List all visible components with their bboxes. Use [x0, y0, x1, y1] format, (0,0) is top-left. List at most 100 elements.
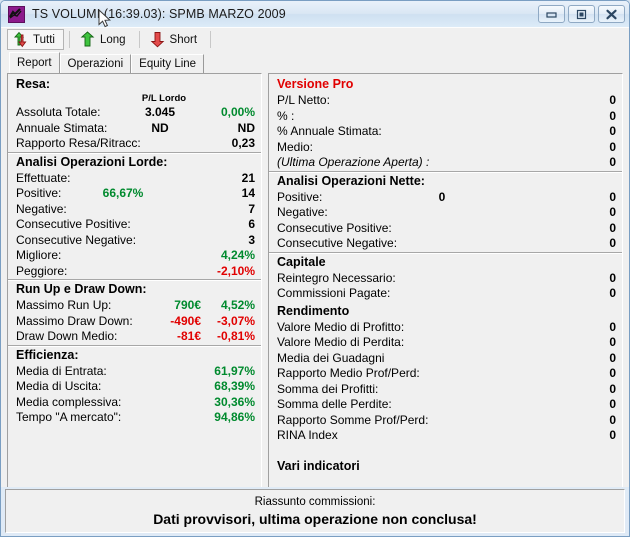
row-peggiore: Peggiore: -2,10%	[8, 264, 261, 280]
row-value: -3,07%	[216, 313, 255, 328]
row-label: Reintegro Necessario:	[277, 270, 396, 285]
toolbar-separator	[210, 31, 212, 48]
row-label: P/L Netto:	[277, 93, 330, 107]
toolbar-button-long[interactable]: Long	[75, 29, 134, 50]
tab-operazioni[interactable]: Operazioni	[59, 54, 132, 73]
toolbar-separator	[68, 31, 70, 48]
row-value: ND	[237, 120, 255, 135]
row-percent: % : 0	[269, 109, 622, 125]
row-label: Rapporto Somme Prof/Perd:	[277, 412, 429, 427]
title-bar[interactable]: TS VOLUMI (16:39.03): SPMB MARZO 2009	[1, 1, 629, 27]
group-analisi-operazioni-lorde: Analisi Operazioni Lorde: Effettuate: 21…	[8, 153, 261, 280]
row-amount: -490€	[170, 313, 201, 328]
row-value: 0	[609, 155, 616, 169]
row-mid-value: ND	[151, 120, 169, 135]
net-stats-panel: Versione Pro P/L Netto: 0 % : 0 % Annual…	[268, 73, 623, 487]
up-down-arrow-icon	[12, 31, 29, 48]
row-value: 0	[609, 108, 616, 123]
row-label: Peggiore:	[16, 263, 68, 278]
row-consecutive-negative-nette: Consecutive Negative: 0	[269, 236, 622, 252]
row-reintegro-necessario: Reintegro Necessario: 0	[269, 271, 622, 287]
restore-button[interactable]	[568, 5, 595, 23]
row-value: 0	[609, 236, 616, 250]
row-label: Negative:	[277, 205, 328, 219]
group-run-up-draw-down: Run Up e Draw Down: Massimo Run Up: 790€…	[8, 280, 261, 346]
row-value: 14	[241, 186, 255, 200]
row-mid-value: 0	[438, 189, 446, 204]
group-title: Versione Pro	[277, 77, 354, 91]
group-title: Efficienza:	[16, 347, 79, 362]
row-value: 30,36%	[214, 394, 255, 409]
group-resa: Resa: P/L Lordo Assoluta Totale: 3.045 0…	[8, 75, 261, 153]
row-value: 0	[609, 205, 616, 219]
toolbar-separator	[138, 31, 140, 48]
chart-line-icon	[8, 5, 25, 23]
row-value: 61,97%	[214, 363, 255, 378]
tab-strip: Report Operazioni Equity Line	[1, 51, 629, 73]
row-rina-index: RINA Index 0	[269, 428, 622, 444]
window-title: TS VOLUMI (16:39.03): SPMB MARZO 2009	[32, 7, 286, 21]
close-button[interactable]	[598, 5, 625, 23]
row-rapporto-somme-prof-perd: Rapporto Somme Prof/Perd: 0	[269, 413, 622, 429]
column-header-row: P/L Lordo	[8, 93, 261, 105]
group-efficienza: Efficienza: Media di Entrata: 61,97% Med…	[8, 346, 261, 426]
row-medio: Medio: 0	[269, 140, 622, 156]
row-positive-nette: Positive: 0 0	[269, 190, 622, 206]
row-positive: Positive: 66,67% 14	[8, 186, 261, 202]
row-label: Commissioni Pagate:	[277, 286, 391, 300]
row-label: Migliore:	[16, 248, 62, 262]
row-annuale-stimata: Annuale Stimata: ND ND	[8, 121, 261, 137]
row-label: Rapporto Resa/Ritracc:	[16, 136, 141, 150]
row-label: Assoluta Totale:	[16, 105, 101, 119]
row-value: 21	[241, 170, 255, 185]
row-label: Rapporto Medio Prof/Perd:	[277, 366, 420, 380]
row-ultima-operazione-aperta: (Ultima Operazione Aperta) : 0	[269, 155, 622, 171]
row-assoluta-totale: Assoluta Totale: 3.045 0,00%	[8, 105, 261, 121]
row-pl-netto: P/L Netto: 0	[269, 93, 622, 109]
row-value: 0	[609, 124, 616, 138]
row-value: 0	[609, 286, 616, 300]
row-label: % Annuale Stimata:	[277, 124, 382, 138]
row-label: Tempo "A mercato":	[16, 410, 122, 424]
row-label: Draw Down Medio:	[16, 329, 118, 343]
row-consecutive-positive: Consecutive Positive: 6	[8, 217, 261, 233]
row-value: 0	[609, 381, 616, 396]
group-title: Run Up e Draw Down:	[16, 282, 147, 296]
row-label: Massimo Draw Down:	[16, 313, 133, 328]
tab-equity-line[interactable]: Equity Line	[131, 54, 205, 73]
row-value: 0	[609, 189, 616, 204]
toolbar-button-short[interactable]: Short	[145, 29, 206, 50]
row-label: Positive:	[16, 186, 62, 200]
row-value: 7	[248, 201, 255, 216]
row-rapporto-medio-prof-perd: Rapporto Medio Prof/Perd: 0	[269, 366, 622, 382]
row-label: Somma delle Perdite:	[277, 397, 392, 411]
row-somma-delle-perdite: Somma delle Perdite: 0	[269, 397, 622, 413]
group-versione-pro: Versione Pro P/L Netto: 0 % : 0 % Annual…	[269, 75, 622, 172]
row-value: 0	[609, 428, 616, 442]
row-effettuate: Effettuate: 21	[8, 171, 261, 187]
row-media-dei-guadagni: Media dei Guadagni 0	[269, 351, 622, 367]
green-up-arrow-icon	[79, 31, 96, 48]
group-vari-indicatori: Vari indicatori	[269, 457, 622, 475]
row-label: Medio:	[277, 139, 314, 154]
row-consecutive-negative: Consecutive Negative: 3	[8, 233, 261, 249]
row-media-di-entrata: Media di Entrata: 61,97%	[8, 364, 261, 380]
row-value: -0,81%	[216, 329, 255, 343]
row-label: Consecutive Negative:	[16, 232, 137, 247]
row-migliore: Migliore: 4,24%	[8, 248, 261, 264]
row-value: 68,39%	[214, 379, 255, 393]
tab-report[interactable]: Report	[9, 52, 60, 73]
row-label: Media di Entrata:	[16, 363, 107, 378]
toolbar-button-tutti[interactable]: Tutti	[7, 29, 64, 50]
group-capitale: Capitale Reintegro Necessario: 0 Commiss…	[269, 253, 622, 302]
row-value: 0	[609, 412, 616, 427]
row-value: 0,00%	[220, 105, 255, 119]
row-value: 0	[609, 350, 616, 365]
row-somma-dei-profitti: Somma dei Profitti: 0	[269, 382, 622, 398]
row-value: 0	[609, 270, 616, 285]
row-value: 0	[609, 139, 616, 154]
row-value: 4,24%	[220, 248, 255, 262]
status-footer: Riassunto commissioni: Dati provvisori, …	[5, 489, 625, 533]
row-mid-value: 3.045	[144, 105, 176, 119]
minimize-button[interactable]	[538, 5, 565, 23]
